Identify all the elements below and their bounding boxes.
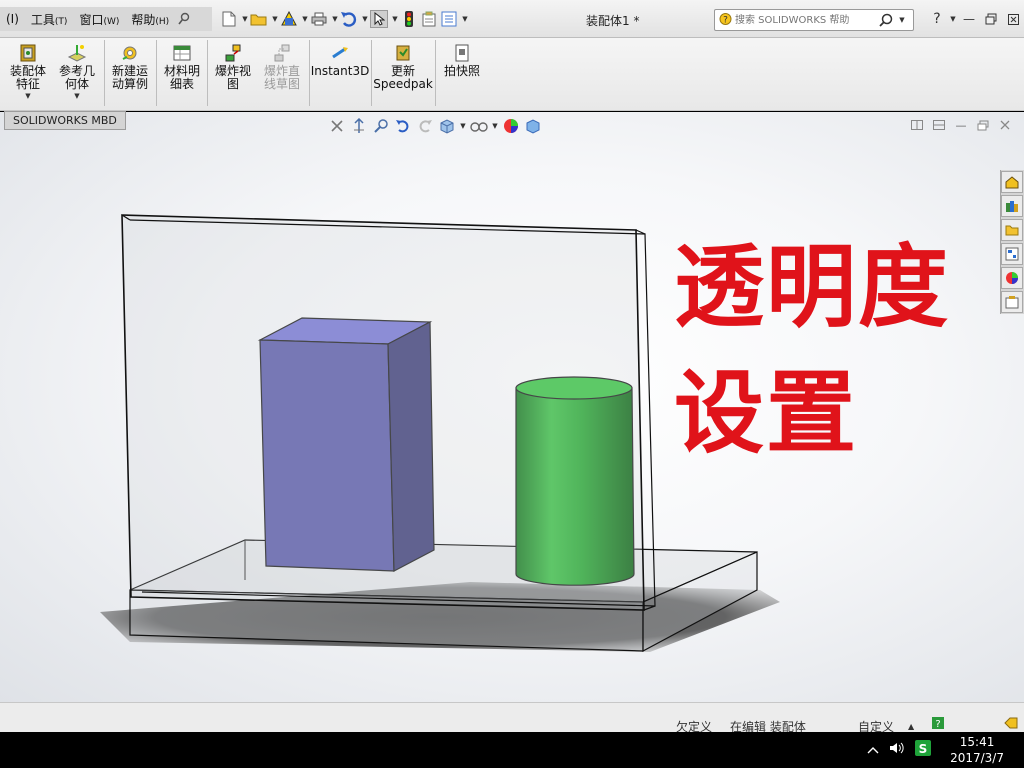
rebuild-traffic-light-icon[interactable]	[400, 10, 418, 28]
select-cursor-icon[interactable]	[370, 10, 388, 28]
bottom-tab-strip: SOLIDWORKS MBD	[0, 111, 1024, 130]
undo-icon[interactable]	[340, 10, 358, 28]
close-icon[interactable]	[1002, 9, 1024, 29]
annotation-overlay: 透明度 设置	[674, 224, 950, 476]
command-manager-ribbon: 装配体 特征 ▼ 参考几 何体 ▼ 新建运 动算例 材料明 细表 爆炸视 图 爆…	[0, 38, 1024, 111]
solidworks-resources-icon[interactable]	[1001, 171, 1023, 193]
take-snapshot-button[interactable]: 拍快照	[438, 42, 486, 106]
title-bar: (I) 工具(T) 窗口(W) 帮助(H) ▼ ▼ ▼ ▼ ▼ ▼ ▼ 装配体1…	[0, 0, 1024, 38]
select-dropdown-icon[interactable]: ▼	[390, 15, 400, 23]
assembly-features-icon	[17, 42, 39, 64]
volume-icon[interactable]	[889, 741, 905, 759]
annotation-line-2: 设置	[674, 360, 858, 466]
reference-geometry-dropdown-icon[interactable]: ▼	[74, 92, 79, 100]
svg-text:S: S	[919, 742, 928, 756]
tab-solidworks-mbd[interactable]: SOLIDWORKS MBD	[4, 111, 126, 130]
exploded-view-button[interactable]: 爆炸视 图	[210, 42, 256, 106]
svg-text:?: ?	[723, 16, 728, 26]
options-icon[interactable]	[440, 10, 458, 28]
clock-time: 15:41	[959, 735, 995, 749]
view-palette-icon[interactable]	[1001, 243, 1023, 265]
open-dropdown-icon[interactable]: ▼	[270, 15, 280, 23]
status-bar: 欠定义 在编辑 装配体 自定义 ▲ ?	[0, 702, 1024, 734]
annotation-line-1: 透明度	[674, 234, 950, 340]
transparent-panel-front	[121, 214, 645, 611]
new-motion-study-button[interactable]: 新建运 动算例	[108, 42, 152, 106]
explode-line-icon	[271, 42, 293, 64]
open-folder-icon[interactable]	[250, 10, 268, 28]
show-hidden-icons-icon[interactable]	[867, 743, 879, 758]
appearances-scenes-icon[interactable]	[1001, 267, 1023, 289]
file-properties-icon[interactable]	[420, 10, 438, 28]
pin-icon[interactable]	[175, 10, 193, 28]
save-icon[interactable]	[280, 10, 298, 28]
options-dropdown-icon[interactable]: ▼	[460, 15, 470, 23]
save-dropdown-icon[interactable]: ▼	[300, 15, 310, 23]
task-pane-tabs	[1000, 170, 1024, 314]
menu-tools[interactable]: 工具(T)	[25, 11, 74, 28]
document-title: 装配体1 *	[586, 14, 640, 28]
os-taskbar: S 15:41 2017/3/7	[0, 732, 1024, 768]
clock[interactable]: 15:41 2017/3/7	[950, 734, 1004, 766]
assembly-features-button[interactable]: 装配体 特征 ▼	[6, 42, 50, 106]
file-explorer-icon[interactable]	[1001, 219, 1023, 241]
svg-text:?: ?	[935, 719, 940, 729]
bill-of-materials-button[interactable]: 材料明 细表	[160, 42, 204, 106]
help-dropdown-icon[interactable]: ▼	[948, 15, 958, 23]
print-icon[interactable]	[310, 10, 328, 28]
instant3d-button[interactable]: Instant3D	[311, 42, 369, 106]
graphics-area[interactable]: ▼ ▼ — 透明度 设置	[0, 112, 1024, 702]
exploded-view-icon	[222, 42, 244, 64]
rebuild-status-icon[interactable]: ?	[932, 717, 944, 732]
new-document-icon[interactable]	[220, 10, 238, 28]
units-dropdown-icon[interactable]: ▲	[908, 722, 914, 731]
reference-geometry-icon	[66, 42, 88, 64]
undo-dropdown-icon[interactable]: ▼	[360, 15, 370, 23]
instant3d-icon	[329, 42, 351, 64]
speedpak-icon	[392, 42, 414, 64]
search-dropdown-icon[interactable]: ▼	[897, 16, 907, 24]
assembly-features-dropdown-icon[interactable]: ▼	[25, 92, 30, 100]
app-tray-icon[interactable]: S	[915, 740, 932, 760]
menu-bar: (I) 工具(T) 窗口(W) 帮助(H)	[0, 7, 212, 31]
print-dropdown-icon[interactable]: ▼	[330, 15, 340, 23]
system-tray: S 15:41 2017/3/7	[862, 732, 1004, 768]
help-icon[interactable]: ?	[926, 9, 948, 29]
new-dropdown-icon[interactable]: ▼	[240, 15, 250, 23]
minimize-icon[interactable]: —	[958, 9, 980, 29]
help-search-box[interactable]: ? ▼	[714, 9, 914, 31]
explode-line-sketch-button[interactable]: 爆炸直 线草图	[258, 42, 306, 106]
help-bulb-icon: ?	[715, 13, 735, 27]
reference-geometry-button[interactable]: 参考几 何体 ▼	[54, 42, 100, 106]
menu-help[interactable]: 帮助(H)	[125, 11, 175, 28]
search-icon[interactable]	[875, 13, 897, 27]
bom-icon	[171, 42, 193, 64]
restore-icon[interactable]	[980, 9, 1002, 29]
menu-insert[interactable]: (I)	[0, 12, 25, 26]
update-speedpak-button[interactable]: 更新 Speedpak	[373, 42, 433, 106]
design-library-icon[interactable]	[1001, 195, 1023, 217]
snapshot-icon	[451, 42, 473, 64]
search-input[interactable]	[735, 11, 875, 29]
notification-tag-icon[interactable]	[1004, 717, 1018, 732]
menu-window[interactable]: 窗口(W)	[73, 11, 125, 28]
custom-properties-icon[interactable]	[1001, 291, 1023, 313]
motion-study-icon	[119, 42, 141, 64]
clock-date: 2017/3/7	[950, 751, 1004, 765]
